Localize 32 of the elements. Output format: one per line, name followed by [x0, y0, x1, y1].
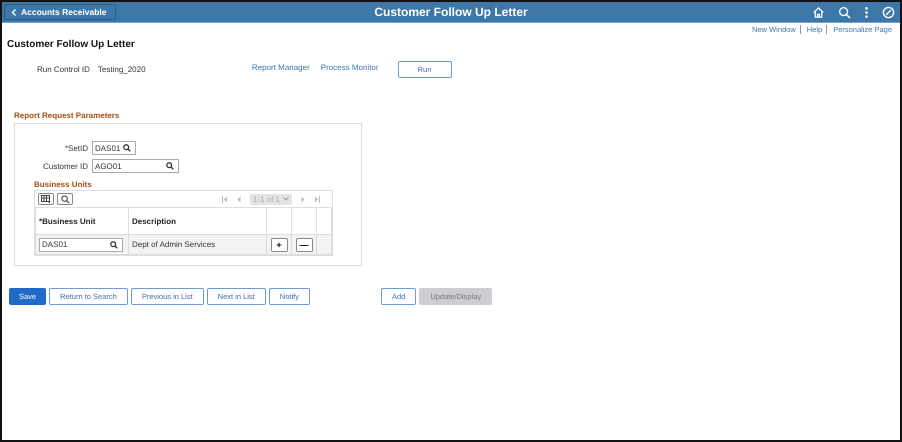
search-icon: [110, 240, 118, 248]
lookup-field[interactable]: DAS01: [92, 141, 136, 155]
lookup-field[interactable]: DAS01: [39, 238, 123, 252]
search-icon: [166, 162, 174, 170]
page-header-title: Customer Follow Up Letter: [374, 5, 528, 19]
lookup-field[interactable]: AGO01: [92, 159, 179, 173]
chevron-left-icon: [11, 8, 17, 16]
personalize-grid-button[interactable]: [38, 193, 54, 205]
compass-icon[interactable]: [882, 6, 895, 18]
more-options-icon[interactable]: [864, 6, 869, 18]
section-title: Report Request Parameters: [14, 111, 120, 120]
grid-title: Business Units: [34, 180, 93, 189]
search-icon: [60, 194, 70, 204]
caret-icon: [283, 197, 289, 201]
find-button[interactable]: [57, 193, 73, 205]
field-value: Testing_2020: [98, 64, 147, 74]
search-icon: [123, 144, 131, 152]
field-label: Customer ID: [42, 162, 88, 170]
back-button[interactable]: Accounts Receivable: [4, 4, 116, 20]
search-icon[interactable]: [838, 6, 851, 18]
home-icon[interactable]: [812, 6, 825, 18]
field-label: *SetID: [64, 144, 88, 152]
add-row-button[interactable]: +: [270, 238, 288, 252]
grid-settings-icon: [41, 194, 51, 204]
field-label: Run Control ID: [37, 64, 90, 74]
table-cell: Dept of Admin Services: [132, 240, 216, 249]
delete-row-button[interactable]: —: [296, 238, 312, 252]
column-header: Description: [128, 208, 266, 234]
page-title: Customer Follow Up Letter: [7, 39, 136, 50]
process-link[interactable]: Process Monitor: [320, 62, 379, 72]
column-header: *Business Unit: [36, 208, 128, 234]
process-link[interactable]: Report Manager: [252, 62, 310, 72]
